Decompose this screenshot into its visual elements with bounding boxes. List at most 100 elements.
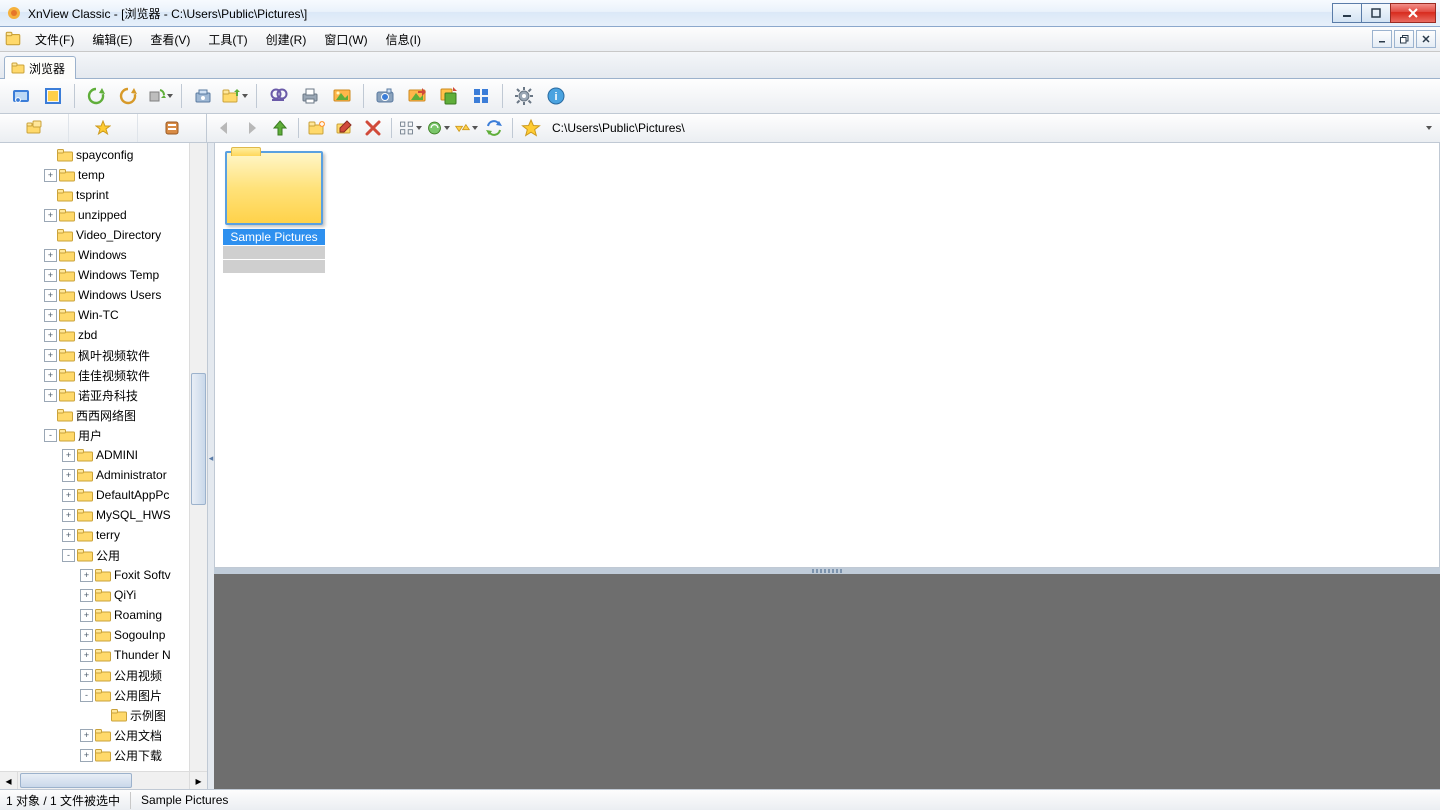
expand-icon[interactable]: +: [62, 449, 75, 462]
tree-node[interactable]: +Windows Users: [0, 285, 189, 305]
collapse-icon[interactable]: -: [44, 429, 57, 442]
thumbnail-item[interactable]: Sample Pictures: [223, 151, 325, 273]
expand-icon[interactable]: +: [80, 749, 93, 762]
tree-node[interactable]: 西西网络图: [0, 405, 189, 425]
tree-node[interactable]: +枫叶视频软件: [0, 345, 189, 365]
tree-tab-favorites[interactable]: [69, 114, 138, 142]
delete-button[interactable]: [360, 116, 386, 140]
expand-icon[interactable]: +: [44, 349, 57, 362]
tree-node[interactable]: Video_Directory: [0, 225, 189, 245]
expand-icon[interactable]: +: [62, 489, 75, 502]
expand-icon[interactable]: +: [44, 269, 57, 282]
about-button[interactable]: i: [541, 81, 571, 111]
expand-icon[interactable]: +: [80, 589, 93, 602]
tree-node[interactable]: +佳佳视频软件: [0, 365, 189, 385]
expand-icon[interactable]: +: [44, 309, 57, 322]
tree-node[interactable]: +temp: [0, 165, 189, 185]
menu-edit[interactable]: 编辑(E): [84, 29, 140, 50]
tree-node[interactable]: +MySQL_HWS: [0, 505, 189, 525]
tree-node[interactable]: +ADMINI: [0, 445, 189, 465]
reload-all-button[interactable]: [113, 81, 143, 111]
menu-tools[interactable]: 工具(T): [200, 29, 255, 50]
address-path[interactable]: C:\Users\Public\Pictures\: [546, 118, 1420, 138]
tree-node[interactable]: +Foxit Softv: [0, 565, 189, 585]
tree-hscroll-left[interactable]: ◂: [0, 772, 18, 789]
browse-button[interactable]: [6, 81, 36, 111]
expand-icon[interactable]: +: [44, 209, 57, 222]
collapse-icon[interactable]: -: [80, 689, 93, 702]
menu-create[interactable]: 创建(R): [258, 29, 315, 50]
expand-icon[interactable]: +: [44, 369, 57, 382]
find-button[interactable]: [263, 81, 293, 111]
slideshow-button[interactable]: [327, 81, 357, 111]
expand-icon[interactable]: +: [80, 629, 93, 642]
minimize-button[interactable]: [1332, 3, 1362, 23]
tree-node[interactable]: +Roaming: [0, 605, 189, 625]
expand-icon[interactable]: +: [62, 469, 75, 482]
maximize-button[interactable]: [1361, 3, 1391, 23]
fullscreen-button[interactable]: [38, 81, 68, 111]
tree-vertical-scrollbar[interactable]: [189, 143, 207, 771]
tree-node[interactable]: +Administrator: [0, 465, 189, 485]
tree-node[interactable]: +Windows: [0, 245, 189, 265]
batch-rename-button[interactable]: [434, 81, 464, 111]
multi-convert-button[interactable]: [466, 81, 496, 111]
menu-view[interactable]: 查看(V): [142, 29, 198, 50]
expand-icon[interactable]: +: [80, 609, 93, 622]
nav-up-button[interactable]: [267, 116, 293, 140]
expand-icon[interactable]: +: [80, 669, 93, 682]
tree-vertical-thumb[interactable]: [191, 373, 206, 505]
sync-button[interactable]: [481, 116, 507, 140]
tree-horizontal-thumb[interactable]: [20, 773, 132, 788]
sort-button[interactable]: [453, 116, 479, 140]
rename-button[interactable]: [332, 116, 358, 140]
horizontal-splitter[interactable]: [214, 568, 1440, 574]
nav-forward-button[interactable]: [239, 116, 265, 140]
tree-tab-categories[interactable]: [138, 114, 206, 142]
open-button[interactable]: [220, 81, 250, 111]
menu-info[interactable]: 信息(I): [378, 29, 429, 50]
menu-file[interactable]: 文件(F): [27, 29, 82, 50]
expand-icon[interactable]: +: [44, 329, 57, 342]
tree-node[interactable]: +unzipped: [0, 205, 189, 225]
expand-icon[interactable]: +: [44, 169, 57, 182]
mdi-restore-button[interactable]: [1394, 30, 1414, 48]
reload-button[interactable]: [81, 81, 111, 111]
mdi-minimize-button[interactable]: [1372, 30, 1392, 48]
tree-node[interactable]: -公用图片: [0, 685, 189, 705]
rotate-button[interactable]: [145, 81, 175, 111]
print-button[interactable]: [295, 81, 325, 111]
tree-node[interactable]: +Win-TC: [0, 305, 189, 325]
expand-icon[interactable]: +: [80, 729, 93, 742]
expand-icon[interactable]: +: [62, 509, 75, 522]
tree-node[interactable]: +zbd: [0, 325, 189, 345]
tree-node[interactable]: +Windows Temp: [0, 265, 189, 285]
close-button[interactable]: [1390, 3, 1436, 23]
acquire-button[interactable]: [188, 81, 218, 111]
nav-back-button[interactable]: [211, 116, 237, 140]
expand-icon[interactable]: +: [44, 389, 57, 402]
expand-icon[interactable]: +: [80, 569, 93, 582]
tree-node[interactable]: +公用文档: [0, 725, 189, 745]
expand-icon[interactable]: +: [80, 649, 93, 662]
new-folder-button[interactable]: [304, 116, 330, 140]
collapse-icon[interactable]: -: [62, 549, 75, 562]
expand-icon[interactable]: +: [62, 529, 75, 542]
convert-button[interactable]: [402, 81, 432, 111]
tree-node[interactable]: +公用下载: [0, 745, 189, 765]
address-dropdown[interactable]: [1422, 118, 1436, 138]
tree-node[interactable]: +DefaultAppPc: [0, 485, 189, 505]
tree-node[interactable]: +诺亚舟科技: [0, 385, 189, 405]
tree-node[interactable]: +QiYi: [0, 585, 189, 605]
settings-button[interactable]: [509, 81, 539, 111]
favorite-button[interactable]: [518, 116, 544, 140]
tree-node[interactable]: 示例图: [0, 705, 189, 725]
filter-button[interactable]: [425, 116, 451, 140]
tree-node[interactable]: +Thunder N: [0, 645, 189, 665]
menu-window[interactable]: 窗口(W): [316, 29, 375, 50]
tree-node[interactable]: +SogouInp: [0, 625, 189, 645]
tab-browser[interactable]: 浏览器: [4, 56, 76, 79]
thumbnail-grid[interactable]: Sample Pictures: [214, 143, 1440, 568]
tree-node[interactable]: +terry: [0, 525, 189, 545]
tree-node[interactable]: -公用: [0, 545, 189, 565]
